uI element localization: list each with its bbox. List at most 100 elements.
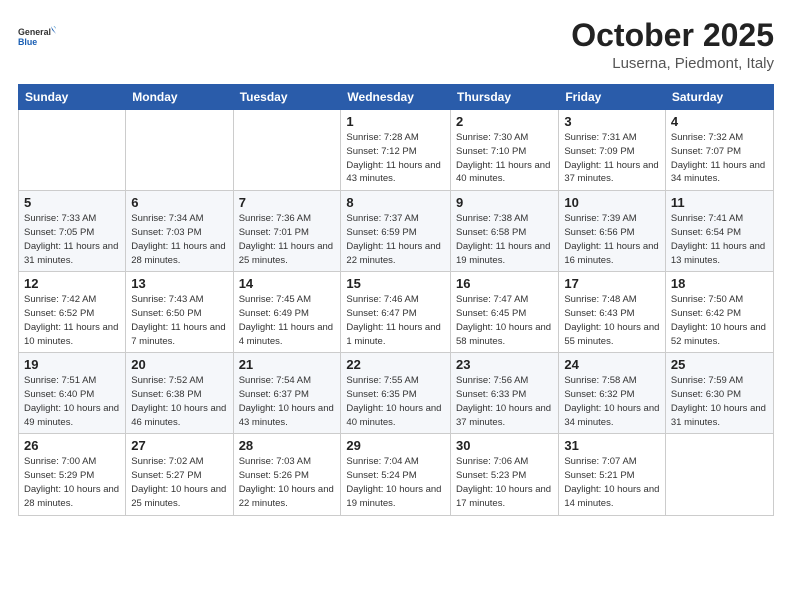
- day-info: Sunrise: 7:54 AM Sunset: 6:37 PM Dayligh…: [239, 374, 336, 429]
- svg-text:Blue: Blue: [18, 37, 37, 47]
- calendar-cell: [19, 110, 126, 191]
- day-number: 4: [671, 114, 768, 129]
- header-friday: Friday: [559, 85, 666, 110]
- day-info: Sunrise: 7:31 AM Sunset: 7:09 PM Dayligh…: [564, 131, 660, 186]
- day-info: Sunrise: 7:56 AM Sunset: 6:33 PM Dayligh…: [456, 374, 553, 429]
- calendar-week-row: 5 Sunrise: 7:33 AM Sunset: 7:05 PM Daylig…: [19, 191, 774, 272]
- day-number: 9: [456, 195, 553, 210]
- calendar-cell: 19 Sunrise: 7:51 AM Sunset: 6:40 PM Dayli…: [19, 353, 126, 434]
- calendar-cell: 23 Sunrise: 7:56 AM Sunset: 6:33 PM Dayli…: [451, 353, 559, 434]
- day-number: 28: [239, 438, 336, 453]
- day-info: Sunrise: 7:43 AM Sunset: 6:50 PM Dayligh…: [131, 293, 227, 348]
- calendar-cell: 22Sunrise: 7:55 AM Sunset: 6:35 PM Dayli…: [341, 353, 451, 434]
- day-number: 22: [346, 357, 445, 372]
- day-number: 7: [239, 195, 336, 210]
- day-number: 11: [671, 195, 768, 210]
- day-number: 20: [131, 357, 227, 372]
- calendar-cell: 26 Sunrise: 7:00 AM Sunset: 5:29 PM Dayli…: [19, 434, 126, 515]
- day-number: 31: [564, 438, 660, 453]
- calendar-cell: 1Sunrise: 7:28 AM Sunset: 7:12 PM Daylig…: [341, 110, 451, 191]
- calendar-cell: 14Sunrise: 7:45 AM Sunset: 6:49 PM Dayli…: [233, 272, 341, 353]
- header-saturday: Saturday: [665, 85, 773, 110]
- calendar-cell: 24 Sunrise: 7:58 AM Sunset: 6:32 PM Dayli…: [559, 353, 666, 434]
- calendar-cell: 2 Sunrise: 7:30 AM Sunset: 7:10 PM Daylig…: [451, 110, 559, 191]
- calendar-week-row: 1Sunrise: 7:28 AM Sunset: 7:12 PM Daylig…: [19, 110, 774, 191]
- header-tuesday: Tuesday: [233, 85, 341, 110]
- day-number: 5: [24, 195, 120, 210]
- day-number: 12: [24, 276, 120, 291]
- day-info: Sunrise: 7:58 AM Sunset: 6:32 PM Dayligh…: [564, 374, 660, 429]
- calendar-title: October 2025: [571, 18, 774, 53]
- calendar-cell: 31Sunrise: 7:07 AM Sunset: 5:21 PM Dayli…: [559, 434, 666, 515]
- day-info: Sunrise: 7:50 AM Sunset: 6:42 PM Dayligh…: [671, 293, 768, 348]
- day-info: Sunrise: 7:42 AM Sunset: 6:52 PM Dayligh…: [24, 293, 120, 348]
- day-number: 17: [564, 276, 660, 291]
- day-info: Sunrise: 7:48 AM Sunset: 6:43 PM Dayligh…: [564, 293, 660, 348]
- day-number: 16: [456, 276, 553, 291]
- day-number: 6: [131, 195, 227, 210]
- day-number: 15: [346, 276, 445, 291]
- calendar-cell: 29 Sunrise: 7:04 AM Sunset: 5:24 PM Dayli…: [341, 434, 451, 515]
- calendar-cell: 11 Sunrise: 7:41 AM Sunset: 6:54 PM Dayli…: [665, 191, 773, 272]
- header-thursday: Thursday: [451, 85, 559, 110]
- calendar-cell: 15 Sunrise: 7:46 AM Sunset: 6:47 PM Dayli…: [341, 272, 451, 353]
- day-info: Sunrise: 7:38 AM Sunset: 6:58 PM Dayligh…: [456, 212, 553, 267]
- day-number: 26: [24, 438, 120, 453]
- calendar-cell: 28 Sunrise: 7:03 AM Sunset: 5:26 PM Dayli…: [233, 434, 341, 515]
- calendar-cell: 25 Sunrise: 7:59 AM Sunset: 6:30 PM Dayli…: [665, 353, 773, 434]
- calendar-cell: 6 Sunrise: 7:34 AM Sunset: 7:03 PM Daylig…: [126, 191, 233, 272]
- day-info: Sunrise: 7:04 AM Sunset: 5:24 PM Dayligh…: [346, 455, 445, 510]
- day-number: 18: [671, 276, 768, 291]
- calendar-cell: 8 Sunrise: 7:37 AM Sunset: 6:59 PM Daylig…: [341, 191, 451, 272]
- day-number: 23: [456, 357, 553, 372]
- calendar-cell: 27 Sunrise: 7:02 AM Sunset: 5:27 PM Dayli…: [126, 434, 233, 515]
- day-number: 19: [24, 357, 120, 372]
- calendar-cell: 7 Sunrise: 7:36 AM Sunset: 7:01 PM Daylig…: [233, 191, 341, 272]
- calendar-cell: 10Sunrise: 7:39 AM Sunset: 6:56 PM Dayli…: [559, 191, 666, 272]
- day-number: 24: [564, 357, 660, 372]
- day-info: Sunrise: 7:36 AM Sunset: 7:01 PM Dayligh…: [239, 212, 336, 267]
- day-number: 8: [346, 195, 445, 210]
- calendar-subtitle: Luserna, Piedmont, Italy: [571, 55, 774, 72]
- page: General Blue October 2025 Luserna, Piedm…: [0, 0, 792, 612]
- day-number: 3: [564, 114, 660, 129]
- day-info: Sunrise: 7:46 AM Sunset: 6:47 PM Dayligh…: [346, 293, 445, 348]
- calendar-cell: 21 Sunrise: 7:54 AM Sunset: 6:37 PM Dayli…: [233, 353, 341, 434]
- day-info: Sunrise: 7:00 AM Sunset: 5:29 PM Dayligh…: [24, 455, 120, 510]
- day-number: 25: [671, 357, 768, 372]
- calendar-cell: 13Sunrise: 7:43 AM Sunset: 6:50 PM Dayli…: [126, 272, 233, 353]
- day-info: Sunrise: 7:28 AM Sunset: 7:12 PM Dayligh…: [346, 131, 445, 186]
- day-info: Sunrise: 7:39 AM Sunset: 6:56 PM Dayligh…: [564, 212, 660, 267]
- day-info: Sunrise: 7:41 AM Sunset: 6:54 PM Dayligh…: [671, 212, 768, 267]
- day-info: Sunrise: 7:32 AM Sunset: 7:07 PM Dayligh…: [671, 131, 768, 186]
- calendar-cell: 16Sunrise: 7:47 AM Sunset: 6:45 PM Dayli…: [451, 272, 559, 353]
- day-info: Sunrise: 7:51 AM Sunset: 6:40 PM Dayligh…: [24, 374, 120, 429]
- day-info: Sunrise: 7:52 AM Sunset: 6:38 PM Dayligh…: [131, 374, 227, 429]
- day-info: Sunrise: 7:59 AM Sunset: 6:30 PM Dayligh…: [671, 374, 768, 429]
- day-info: Sunrise: 7:37 AM Sunset: 6:59 PM Dayligh…: [346, 212, 445, 267]
- day-info: Sunrise: 7:06 AM Sunset: 5:23 PM Dayligh…: [456, 455, 553, 510]
- day-info: Sunrise: 7:02 AM Sunset: 5:27 PM Dayligh…: [131, 455, 227, 510]
- header: General Blue October 2025 Luserna, Piedm…: [18, 18, 774, 72]
- day-number: 27: [131, 438, 227, 453]
- calendar-cell: 4 Sunrise: 7:32 AM Sunset: 7:07 PM Daylig…: [665, 110, 773, 191]
- day-number: 14: [239, 276, 336, 291]
- calendar-cell: 5 Sunrise: 7:33 AM Sunset: 7:05 PM Daylig…: [19, 191, 126, 272]
- logo-svg: General Blue: [18, 18, 56, 56]
- day-info: Sunrise: 7:33 AM Sunset: 7:05 PM Dayligh…: [24, 212, 120, 267]
- calendar-cell: 18 Sunrise: 7:50 AM Sunset: 6:42 PM Dayli…: [665, 272, 773, 353]
- day-number: 2: [456, 114, 553, 129]
- day-info: Sunrise: 7:30 AM Sunset: 7:10 PM Dayligh…: [456, 131, 553, 186]
- calendar-week-row: 12 Sunrise: 7:42 AM Sunset: 6:52 PM Dayli…: [19, 272, 774, 353]
- calendar-cell: 3 Sunrise: 7:31 AM Sunset: 7:09 PM Daylig…: [559, 110, 666, 191]
- day-info: Sunrise: 7:34 AM Sunset: 7:03 PM Dayligh…: [131, 212, 227, 267]
- calendar-cell: [126, 110, 233, 191]
- day-number: 29: [346, 438, 445, 453]
- day-info: Sunrise: 7:03 AM Sunset: 5:26 PM Dayligh…: [239, 455, 336, 510]
- day-number: 30: [456, 438, 553, 453]
- calendar-cell: 30 Sunrise: 7:06 AM Sunset: 5:23 PM Dayli…: [451, 434, 559, 515]
- calendar-table: Sunday Monday Tuesday Wednesday Thursday…: [18, 84, 774, 515]
- calendar-cell: 9 Sunrise: 7:38 AM Sunset: 6:58 PM Daylig…: [451, 191, 559, 272]
- calendar-cell: [233, 110, 341, 191]
- day-number: 21: [239, 357, 336, 372]
